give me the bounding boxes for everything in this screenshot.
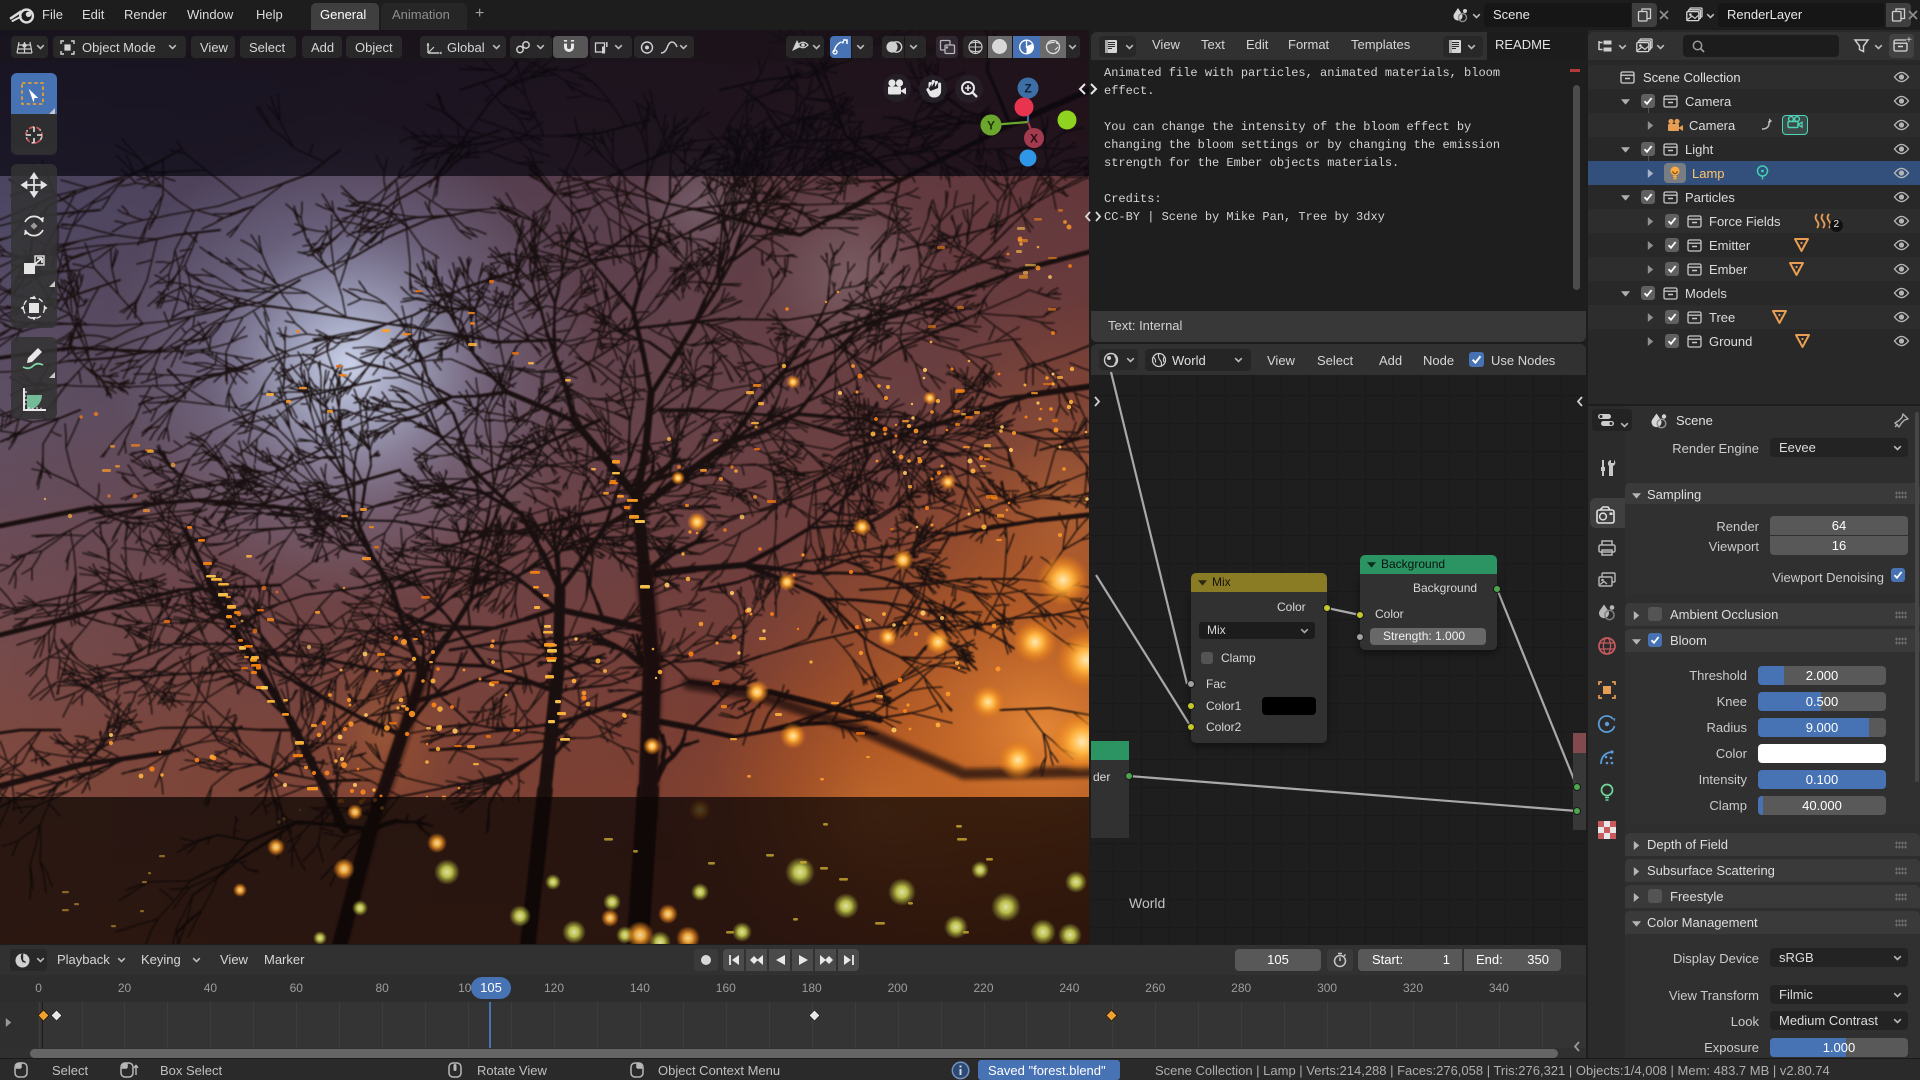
svg-text:Y: Y [987,119,995,133]
svg-text:X: X [1030,132,1038,146]
svg-text:Z: Z [1024,82,1031,96]
